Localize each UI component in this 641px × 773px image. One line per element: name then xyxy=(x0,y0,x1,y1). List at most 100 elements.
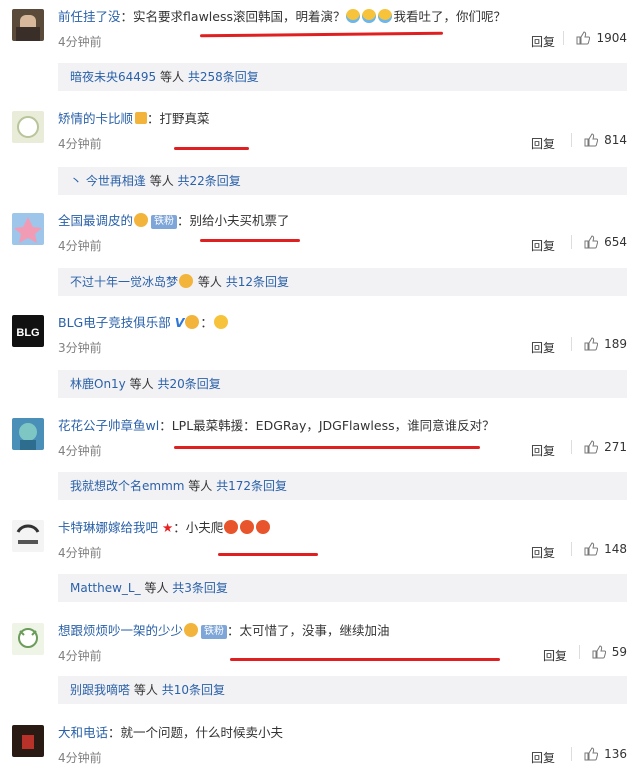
reply-button[interactable]: 回复 xyxy=(543,647,567,664)
username-link[interactable]: 全国最调皮的 xyxy=(58,213,133,228)
comment-body: 就一个问题，什么时候卖小夫 xyxy=(120,725,284,740)
sub-reply-count[interactable]: 共12条回复 xyxy=(226,275,289,289)
sub-reply-count[interactable]: 共10条回复 xyxy=(162,683,225,697)
comment-text: BLG电子竞技俱乐部 V： xyxy=(58,314,229,332)
like-button[interactable]: 271 xyxy=(571,440,627,454)
crown-emoji-icon xyxy=(179,274,194,288)
username-link[interactable]: 卡特琳娜嫁给我吧 xyxy=(58,520,158,535)
thumbs-up-icon xyxy=(584,337,599,351)
sub-reply-box[interactable]: 不过十年一觉冰岛梦 等人 共12条回复 xyxy=(58,268,627,296)
username-link[interactable]: 矫情的卡比顺 xyxy=(58,111,133,126)
sub-reply-user[interactable]: 暗夜未央64495 xyxy=(70,70,156,84)
sub-reply-user[interactable]: 今世再相逢 xyxy=(86,174,146,188)
sub-reply-box[interactable]: 我就想改个名emmm 等人 共172条回复 xyxy=(58,472,627,500)
user-avatar[interactable] xyxy=(12,520,44,552)
like-count: 654 xyxy=(604,235,627,249)
comment-body: 打野真菜 xyxy=(159,111,210,126)
like-button[interactable]: 1904 xyxy=(563,31,627,45)
sub-reply-user[interactable]: 我就想改个名emmm xyxy=(70,479,184,493)
username-link[interactable]: 前任挂了没 xyxy=(58,9,121,24)
crying-emoji-icon xyxy=(362,9,377,23)
sub-reply-box[interactable]: 林鹿On1y 等人 共20条回复 xyxy=(58,370,627,398)
comment-text: 大和电话：就一个问题，什么时候卖小夫 xyxy=(58,725,284,740)
sub-reply-box[interactable]: Matthew_L_ 等人 共3条回复 xyxy=(58,574,627,602)
comment-text: 全国最调皮的 铁粉 ：别给小夫买机票了 xyxy=(58,213,290,229)
fan-badge: 铁粉 xyxy=(201,625,228,639)
sub-reply-count[interactable]: 共3条回复 xyxy=(172,581,228,595)
sub-reply-count[interactable]: 共22条回复 xyxy=(178,174,241,188)
comment-time: 4分钟前 xyxy=(58,751,102,765)
sub-reply-user[interactable]: 别跟我嘀嗒 xyxy=(70,683,130,697)
divider xyxy=(571,747,573,761)
comment-body: 小夫爬 xyxy=(185,520,224,535)
user-avatar[interactable] xyxy=(12,213,44,245)
comment-time: 4分钟前 xyxy=(58,444,102,458)
username-link[interactable]: 想跟烦烦吵一架的少少 xyxy=(58,623,183,638)
user-avatar[interactable]: BLG xyxy=(12,315,44,347)
comment-body: LPL最菜韩援：EDGRay，JDGFlawless，谁同意谁反对？ xyxy=(171,418,495,433)
angry-emoji-icon xyxy=(224,520,239,534)
like-button[interactable]: 654 xyxy=(571,235,627,249)
like-button[interactable]: 136 xyxy=(571,747,627,761)
comment-time: 4分钟前 xyxy=(58,546,102,560)
crown-emoji-icon xyxy=(185,315,200,329)
like-button[interactable]: 59 xyxy=(578,645,627,659)
like-count: 271 xyxy=(604,440,627,454)
thumbs-up-icon xyxy=(592,645,606,659)
comment-text: 卡特琳娜嫁给我吧 ★：小夫爬 xyxy=(58,519,271,537)
comment-body: 太可惜了，没事，继续加油 xyxy=(239,623,390,638)
reply-button[interactable]: 回复 xyxy=(531,339,555,356)
like-count: 136 xyxy=(604,747,627,761)
sub-reply-count[interactable]: 共20条回复 xyxy=(157,377,220,391)
red-annotation-underline xyxy=(200,239,300,242)
like-button[interactable]: 148 xyxy=(571,542,627,556)
comment-time: 4分钟前 xyxy=(58,649,102,663)
username-link[interactable]: BLG电子竞技俱乐部 xyxy=(58,315,171,330)
sub-reply-count[interactable]: 共258条回复 xyxy=(188,70,259,84)
thumbs-up-icon xyxy=(584,235,599,249)
crown-emoji-icon xyxy=(184,623,199,637)
divider xyxy=(563,31,565,45)
divider xyxy=(571,337,573,351)
red-annotation-underline xyxy=(230,658,500,661)
red-annotation-underline xyxy=(174,446,480,449)
reply-button[interactable]: 回复 xyxy=(531,237,555,254)
comment-list: 前任挂了没：实名要求flawless滚回韩国，明着演？ 我看吐了，你们呢？ 4分钟… xyxy=(0,0,641,773)
like-count: 59 xyxy=(611,645,627,659)
like-button[interactable]: 814 xyxy=(571,133,627,147)
thumbs-up-icon xyxy=(584,542,599,556)
sub-reply-box[interactable]: 暗夜未央64495 等人 共258条回复 xyxy=(58,63,627,91)
red-annotation-underline xyxy=(218,553,318,556)
reply-button[interactable]: 回复 xyxy=(531,544,555,561)
sub-reply-user[interactable]: 不过十年一觉冰岛梦 xyxy=(70,275,178,289)
sub-reply-prefix: 丶 xyxy=(70,174,83,188)
doge-emoji-icon xyxy=(213,315,228,329)
comment-body-tail: 我看吐了，你们呢？ xyxy=(393,9,506,24)
divider xyxy=(571,133,573,147)
user-avatar[interactable] xyxy=(12,111,44,143)
sub-reply-count[interactable]: 共172条回复 xyxy=(216,479,287,493)
sub-reply-user[interactable]: 林鹿On1y xyxy=(70,377,126,391)
sub-reply-box[interactable]: 别跟我嘀嗒 等人 共10条回复 xyxy=(58,676,627,704)
sub-reply-box[interactable]: 丶 今世再相逢 等人 共22条回复 xyxy=(58,167,627,195)
user-avatar[interactable] xyxy=(12,725,44,757)
angry-emoji-icon xyxy=(240,520,255,534)
star-icon: ★ xyxy=(162,520,174,535)
like-button[interactable]: 189 xyxy=(571,337,627,351)
thumbs-up-icon xyxy=(584,440,599,454)
reply-button[interactable]: 回复 xyxy=(531,442,555,459)
user-avatar[interactable] xyxy=(12,418,44,450)
reply-button[interactable]: 回复 xyxy=(531,135,555,152)
level-badge-icon xyxy=(135,112,148,124)
sub-reply-mid: 等人 xyxy=(160,70,185,84)
crying-emoji-icon xyxy=(378,9,393,23)
username-link[interactable]: 花花公子帅章鱼wl xyxy=(58,418,159,433)
username-link[interactable]: 大和电话 xyxy=(58,725,108,740)
reply-button[interactable]: 回复 xyxy=(531,33,555,50)
divider xyxy=(571,235,573,249)
reply-button[interactable]: 回复 xyxy=(531,749,555,766)
user-avatar[interactable] xyxy=(12,623,44,655)
user-avatar[interactable] xyxy=(12,9,44,41)
thumbs-up-icon xyxy=(584,133,599,147)
sub-reply-user[interactable]: Matthew_L_ xyxy=(70,581,141,595)
